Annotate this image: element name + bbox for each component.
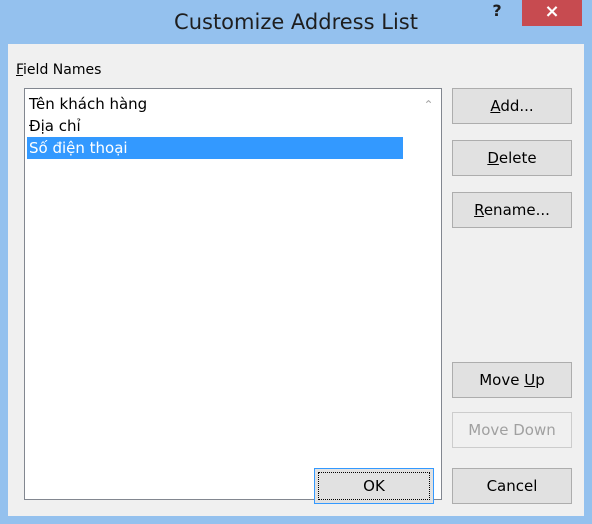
close-button[interactable]: × [522, 0, 582, 26]
close-icon: × [544, 1, 560, 22]
help-button[interactable]: ? [482, 0, 512, 24]
move-up-label-pre: Move [479, 371, 525, 389]
field-names-label: Field Names [16, 62, 101, 78]
add-button-accel: A [490, 97, 501, 115]
move-up-button[interactable]: Move Up [452, 362, 572, 398]
vertical-scrollbar[interactable]: ⌃ ⌄ [416, 89, 441, 499]
add-button-label: dd... [500, 97, 534, 115]
scroll-up-arrow-icon[interactable]: ⌃ [416, 95, 441, 115]
rename-button-accel: R [474, 201, 484, 219]
dialog-body: Field Names Tên khách hàng Địa chỉ Số đi… [8, 44, 584, 516]
add-button[interactable]: Add... [452, 88, 572, 124]
field-names-label-accel: F [16, 62, 24, 78]
delete-button-accel: D [487, 149, 499, 167]
rename-button[interactable]: Rename... [452, 192, 572, 228]
delete-button-label: elete [498, 149, 537, 167]
dialog-window: Customize Address List ? × Field Names T… [0, 0, 592, 524]
move-up-label-rest: p [535, 371, 545, 389]
field-names-label-rest: ield Names [23, 62, 102, 78]
move-down-button[interactable]: Move Down [452, 412, 572, 448]
ok-button[interactable]: OK [314, 468, 434, 504]
field-names-listbox[interactable]: Tên khách hàng Địa chỉ Số điện thoại ⌃ ⌄ [24, 88, 442, 500]
list-item[interactable]: Địa chỉ [27, 115, 403, 137]
focus-rectangle [318, 472, 430, 500]
move-up-accel: U [524, 371, 536, 389]
rename-button-label: ename... [483, 201, 550, 219]
title-bar[interactable]: Customize Address List ? × [0, 0, 592, 44]
cancel-button[interactable]: Cancel [452, 468, 572, 504]
delete-button[interactable]: Delete [452, 140, 572, 176]
list-item[interactable]: Tên khách hàng [27, 93, 403, 115]
list-item-selected[interactable]: Số điện thoại [27, 137, 403, 159]
